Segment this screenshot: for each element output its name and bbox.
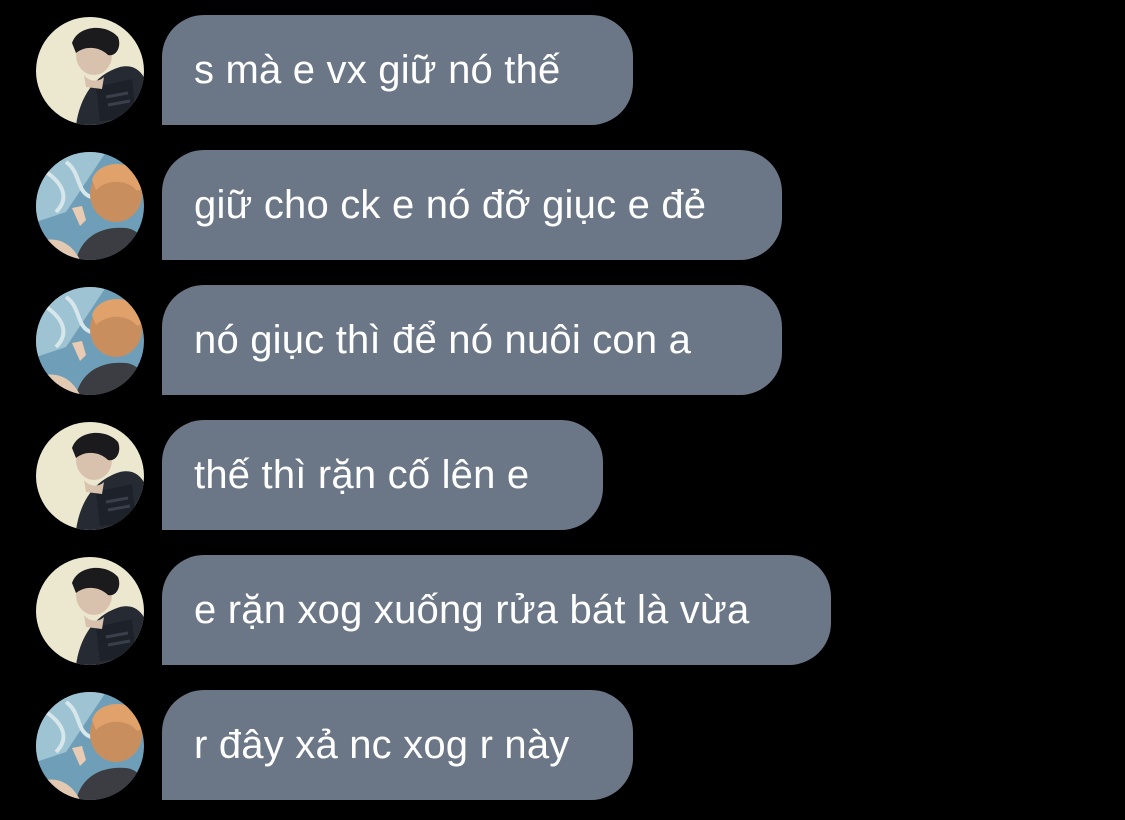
message-bubble[interactable]: r đây xả nc xog r này [162,690,633,800]
avatar[interactable] [36,422,144,530]
chat-thread: s mà e vx giữ nó thế giữ cho ck e nó đỡ … [0,0,1125,820]
message-bubble[interactable]: s mà e vx giữ nó thế [162,15,633,125]
avatar-b-icon [36,152,144,260]
message-row: s mà e vx giữ nó thế [36,15,1096,125]
message-bubble[interactable]: nó giục thì để nó nuôi con a [162,285,782,395]
message-row: e rặn xog xuống rửa bát là vừa [36,555,1096,665]
message-bubble[interactable]: thế thì rặn cố lên e [162,420,603,530]
avatar[interactable] [36,17,144,125]
message-text: r đây xả nc xog r này [194,723,570,767]
avatar[interactable] [36,557,144,665]
avatar-b-icon [36,287,144,395]
message-row: thế thì rặn cố lên e [36,420,1096,530]
message-row: r đây xả nc xog r này [36,690,1096,800]
avatar[interactable] [36,152,144,260]
message-text: giữ cho ck e nó đỡ giục e đẻ [194,183,707,227]
message-text: thế thì rặn cố lên e [194,453,530,497]
message-bubble[interactable]: e rặn xog xuống rửa bát là vừa [162,555,831,665]
avatar[interactable] [36,287,144,395]
avatar-a-icon [36,557,144,665]
avatar-a-icon [36,17,144,125]
avatar-b-icon [36,692,144,800]
message-text: s mà e vx giữ nó thế [194,48,561,92]
avatar-a-icon [36,422,144,530]
message-bubble[interactable]: giữ cho ck e nó đỡ giục e đẻ [162,150,782,260]
message-text: nó giục thì để nó nuôi con a [194,318,692,362]
message-text: e rặn xog xuống rửa bát là vừa [194,588,750,632]
avatar[interactable] [36,692,144,800]
message-row: nó giục thì để nó nuôi con a [36,285,1096,395]
message-row: giữ cho ck e nó đỡ giục e đẻ [36,150,1096,260]
